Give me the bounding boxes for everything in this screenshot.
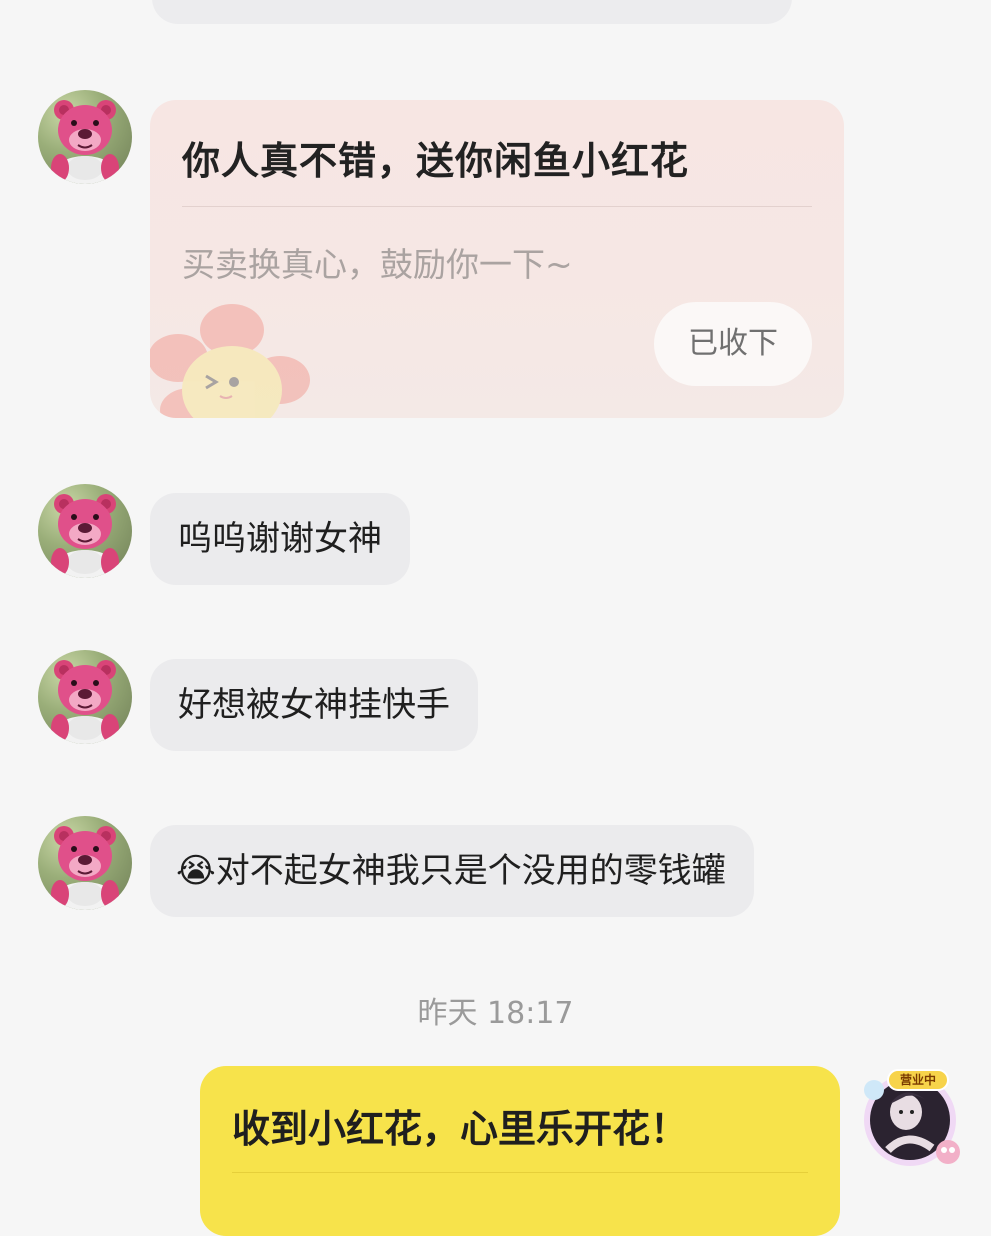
received-message-bubble[interactable]: 好想被女神挂快手 xyxy=(150,659,478,751)
card-title: 你人真不错，送你闲鱼小红花 xyxy=(182,139,690,183)
message-text: 好想被女神挂快手 xyxy=(178,685,450,725)
sent-flower-reply-card[interactable]: 收到小红花，心里乐开花！ xyxy=(200,1066,840,1236)
pink-bear-icon xyxy=(51,826,119,910)
crying-face-emoji-icon: 😭 xyxy=(176,851,216,891)
flower-gift-card[interactable]: 你人真不错，送你闲鱼小红花 买卖换真心，鼓励你一下~ 已收下 xyxy=(150,100,844,418)
contact-avatar[interactable] xyxy=(38,816,132,910)
message-text: 对不起女神我只是个没用的零钱罐 xyxy=(215,851,726,891)
pink-bear-icon xyxy=(51,100,119,184)
sent-card-title: 收到小红花，心里乐开花！ xyxy=(232,1107,689,1151)
card-divider xyxy=(182,206,812,207)
flower-mascot-icon xyxy=(150,304,310,418)
received-message-bubble[interactable]: 呜呜谢谢女神 xyxy=(150,493,410,585)
pink-bear-icon xyxy=(51,660,119,744)
contact-avatar[interactable] xyxy=(38,90,132,184)
message-text: 呜呜谢谢女神 xyxy=(178,519,382,559)
message-timestamp: 昨天 18:17 xyxy=(417,996,574,1031)
self-avatar[interactable]: 营业中 xyxy=(858,1064,962,1168)
previous-message-bubble[interactable] xyxy=(152,0,792,24)
pink-bear-icon xyxy=(51,494,119,578)
contact-avatar[interactable] xyxy=(38,484,132,578)
sent-card-divider xyxy=(232,1172,808,1173)
card-subtitle: 买卖换真心，鼓励你一下~ xyxy=(182,245,573,284)
contact-avatar[interactable] xyxy=(38,650,132,744)
accept-flower-button[interactable]: 已收下 xyxy=(654,302,812,386)
received-message-bubble[interactable]: 😭对不起女神我只是个没用的零钱罐 xyxy=(150,825,754,917)
status-badge: 营业中 xyxy=(899,1073,936,1087)
